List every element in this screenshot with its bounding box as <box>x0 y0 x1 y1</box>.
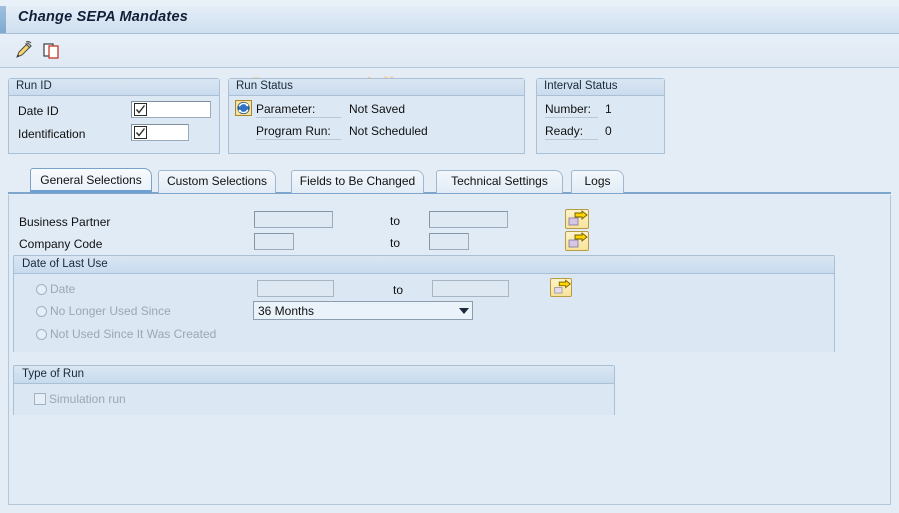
business-partner-to-label: to <box>390 214 401 228</box>
date-id-input[interactable] <box>131 101 211 118</box>
type-of-run-body: Simulation run <box>14 384 614 415</box>
type-of-run-title: Type of Run <box>14 366 614 384</box>
date-of-last-use-title: Date of Last Use <box>14 256 834 274</box>
interval-status-panel: Interval Status Number: 1 Ready: 0 <box>536 78 665 154</box>
refresh-status-icon[interactable] <box>235 100 252 116</box>
tab-logs-label: Logs <box>584 174 611 188</box>
run-status-panel-body: Parameter: Not Saved Program Run: Not Sc… <box>229 96 524 152</box>
radio-not-used-since-created[interactable]: Not Used Since It Was Created <box>36 327 216 341</box>
run-id-panel: Run ID Date ID Identification <box>8 78 220 154</box>
business-partner-label: Business Partner <box>19 215 111 229</box>
business-partner-multi-select-button[interactable] <box>565 209 589 229</box>
tab-technical-settings[interactable]: Technical Settings <box>436 170 563 193</box>
date-of-last-use-group: Date of Last Use Date to No Longer Used … <box>13 255 835 352</box>
run-status-panel: Run Status Parameter: Not Saved Program … <box>228 78 525 154</box>
interval-ready-label: Ready: <box>545 124 598 140</box>
company-code-to-input[interactable] <box>429 233 469 250</box>
date-of-last-use-body: Date to No Longer Used Since 36 Months N… <box>14 274 834 352</box>
tab-custom-selections-label: Custom Selections <box>166 174 268 188</box>
period-dropdown[interactable]: 36 Months <box>253 301 473 320</box>
interval-status-panel-body: Number: 1 Ready: 0 <box>537 96 664 152</box>
company-code-from-input[interactable] <box>254 233 294 250</box>
page-title: Change SEPA Mandates <box>18 9 188 25</box>
toolbar: © www.tutorialkart.com <box>0 34 899 96</box>
tab-fields-to-be-changed[interactable]: Fields to Be Changed <box>291 170 424 193</box>
radio-not-used-since-created-dot <box>36 328 47 340</box>
identification-label: Identification <box>18 127 86 141</box>
program-run-value: Not Scheduled <box>349 124 428 138</box>
tab-technical-settings-label: Technical Settings <box>451 174 548 188</box>
simulation-run-checkbox[interactable]: Simulation run <box>34 392 126 406</box>
company-code-multi-select-button[interactable] <box>565 231 589 251</box>
interval-number-value: 1 <box>605 102 612 116</box>
title-bar: Change SEPA Mandates <box>0 0 899 34</box>
simulation-run-checkbox-box <box>34 393 46 405</box>
chevron-down-icon[interactable] <box>456 302 472 319</box>
interval-ready-value: 0 <box>605 124 612 138</box>
tab-general-selections-label: General Selections <box>40 173 142 187</box>
tab-strip: General Selections Custom Selections Fie… <box>8 168 891 194</box>
date-from-input[interactable] <box>257 280 334 297</box>
identification-input[interactable] <box>131 124 189 141</box>
radio-no-longer-used-since-dot <box>36 305 47 317</box>
run-id-panel-body: Date ID Identification <box>9 96 219 152</box>
parameter-label: Parameter: <box>256 102 341 118</box>
type-of-run-group: Type of Run Simulation run <box>13 365 615 415</box>
period-dropdown-value: 36 Months <box>258 303 315 318</box>
business-partner-from-input[interactable] <box>254 211 333 228</box>
checkbox-check-icon <box>134 126 147 139</box>
radio-date-dot <box>36 283 47 295</box>
title-bar-accent <box>0 6 6 33</box>
business-partner-to-input[interactable] <box>429 211 508 228</box>
tab-general-selections[interactable]: General Selections <box>30 168 152 193</box>
copy-icon[interactable] <box>40 40 62 62</box>
parameter-value: Not Saved <box>349 102 406 116</box>
tab-custom-selections[interactable]: Custom Selections <box>158 170 276 193</box>
radio-date-label: Date <box>50 282 76 296</box>
radio-no-longer-used-since-label: No Longer Used Since <box>50 304 171 318</box>
date-multi-select-button[interactable] <box>550 278 572 297</box>
company-code-label: Company Code <box>19 237 103 251</box>
pencil-icon[interactable] <box>13 40 35 62</box>
date-to-input[interactable] <box>432 280 509 297</box>
title-bar-top-strip <box>0 0 899 6</box>
checkbox-check-icon <box>134 103 147 116</box>
radio-not-used-since-created-label: Not Used Since It Was Created <box>50 327 217 341</box>
tab-logs[interactable]: Logs <box>571 170 624 193</box>
radio-date[interactable]: Date <box>36 282 75 296</box>
company-code-to-label: to <box>390 236 401 250</box>
radio-no-longer-used-since[interactable]: No Longer Used Since <box>36 304 171 318</box>
tab-content-general-selections: Business Partner to Company Code to Date… <box>8 195 891 505</box>
interval-status-panel-title: Interval Status <box>537 79 664 96</box>
program-run-label: Program Run: <box>256 124 341 140</box>
date-id-label: Date ID <box>18 104 59 118</box>
tab-fields-to-be-changed-label: Fields to Be Changed <box>299 174 416 188</box>
sap-window: Change SEPA Mandates © www.tutorialkart.… <box>0 0 899 513</box>
date-to-label: to <box>393 283 404 297</box>
interval-number-label: Number: <box>545 102 598 118</box>
run-id-panel-title: Run ID <box>9 79 219 96</box>
simulation-run-label: Simulation run <box>49 392 126 406</box>
run-status-panel-title: Run Status <box>229 79 524 96</box>
